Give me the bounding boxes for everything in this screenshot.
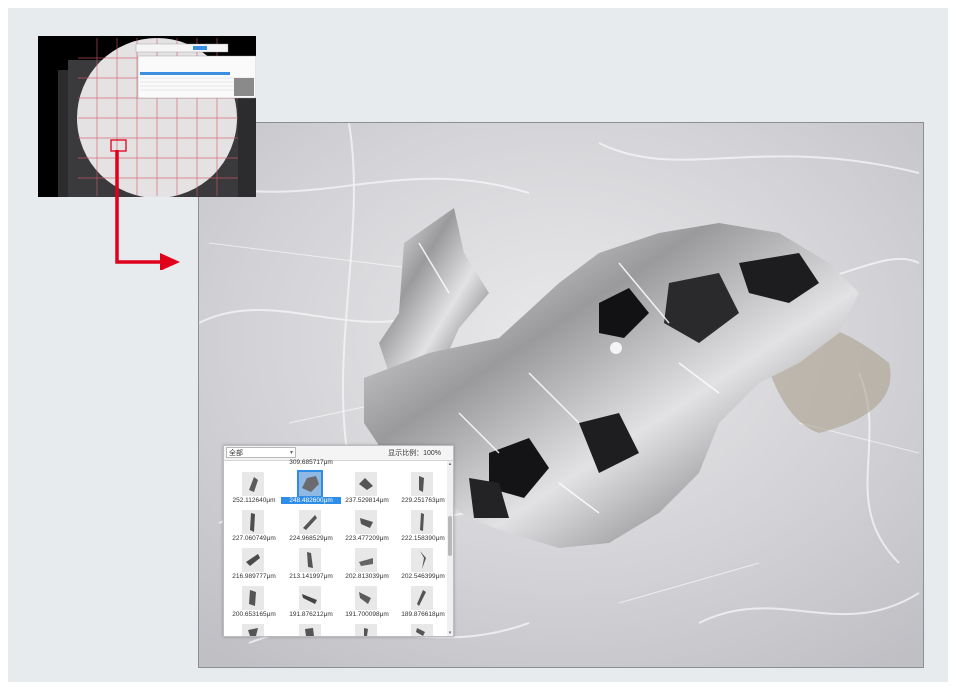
particle-thumbnail (242, 472, 264, 496)
thumbnail-item[interactable]: 200.653165μm (224, 584, 279, 624)
particle-length: 189.876618μm (401, 611, 445, 618)
chevron-down-icon: ▾ (289, 450, 293, 456)
vertical-scrollbar[interactable] (447, 461, 453, 636)
particle-thumbnail (242, 624, 264, 636)
particle-thumbnail (299, 624, 321, 636)
arrow-right-icon (115, 150, 180, 270)
thumbnail-item[interactable]: 191.700098μm (337, 584, 392, 624)
thumbnail-item[interactable]: 189.876618μm (393, 584, 448, 624)
particle-thumbnail (411, 472, 433, 496)
particle-thumbnail (355, 548, 377, 572)
particle-thumbnail (242, 548, 264, 572)
particle-thumbnail (411, 586, 433, 610)
particle-length: 223.477209μm (345, 535, 389, 542)
particle-length: 224.968529μm (289, 535, 333, 542)
particle-thumbnail (299, 510, 321, 534)
thumbnail-item[interactable] (393, 622, 448, 636)
particle-length: 237.529814μm (345, 497, 389, 504)
particle-length: 252.112640μm (232, 497, 276, 504)
thumbnail-item[interactable]: 229.251763μm (393, 470, 448, 510)
particle-thumbnail (242, 510, 264, 534)
particle-length: 202.546399μm (401, 573, 445, 580)
scroll-down-arrow-icon[interactable]: ▾ (447, 630, 453, 636)
thumbnail-item[interactable]: 309.685717μm (281, 459, 336, 469)
thumbnail-item[interactable]: 191.876212μm (281, 584, 336, 624)
thumbnail-item[interactable] (281, 622, 336, 636)
thumbnail-item[interactable] (224, 622, 279, 636)
thumbnail-item[interactable]: 213.141997μm (281, 546, 336, 586)
thumbnail-item[interactable]: 223.477209μm (337, 508, 392, 548)
thumbnail-item[interactable]: 222.158390μm (393, 508, 448, 548)
thumbnail-item[interactable]: 224.968529μm (281, 508, 336, 548)
particle-length: 216.989777μm (232, 573, 276, 580)
particle-thumbnail (355, 510, 377, 534)
scrollbar-thumb[interactable] (448, 516, 452, 556)
particle-length: 191.700098μm (345, 611, 389, 618)
thumbnail-item[interactable]: 237.529814μm (337, 470, 392, 510)
particle-thumbnail (411, 624, 433, 636)
filter-value: 全部 (229, 450, 243, 457)
particle-length: 191.876212μm (289, 611, 333, 618)
particle-thumbnail (355, 586, 377, 610)
particle-thumbnail (299, 548, 321, 572)
thumbnail-item[interactable]: 227.060749μm (224, 508, 279, 548)
particle-length: 227.060749μm (232, 535, 276, 542)
thumbnail-item-selected[interactable]: 248.482600μm (281, 470, 341, 510)
display-scale-label: 显示比例：100% (388, 450, 441, 457)
particle-thumbnail (299, 586, 321, 610)
particle-length: 222.158390μm (401, 535, 445, 542)
particle-length: 309.685717μm (289, 459, 333, 466)
particle-thumbnail (242, 586, 264, 610)
particle-thumbnail (297, 470, 323, 498)
particle-length: 213.141997μm (289, 573, 333, 580)
particle-thumbnail (355, 624, 377, 636)
particle-length: 202.813039μm (345, 573, 389, 580)
particle-thumbnail (411, 510, 433, 534)
particle-length: 200.653165μm (232, 611, 276, 618)
thumbnail-item[interactable]: 216.989777μm (224, 546, 279, 586)
thumbnail-item[interactable] (337, 622, 392, 636)
scroll-up-arrow-icon[interactable]: ▴ (447, 461, 453, 467)
thumbnail-item[interactable]: 202.813039μm (337, 546, 392, 586)
particle-thumbnail-panel: 全部 ▾ 显示比例：100% 309.685717μm 252.112640μm… (223, 445, 454, 637)
filter-dropdown[interactable]: 全部 ▾ (226, 447, 296, 458)
particle-thumbnail (355, 472, 377, 496)
thumbnail-item[interactable]: 252.112640μm (224, 470, 279, 510)
particle-thumbnail (411, 548, 433, 572)
particle-length: 248.482600μm (281, 497, 341, 504)
particle-length: 229.251763μm (401, 497, 445, 504)
thumbnail-item[interactable]: 202.546399μm (393, 546, 448, 586)
